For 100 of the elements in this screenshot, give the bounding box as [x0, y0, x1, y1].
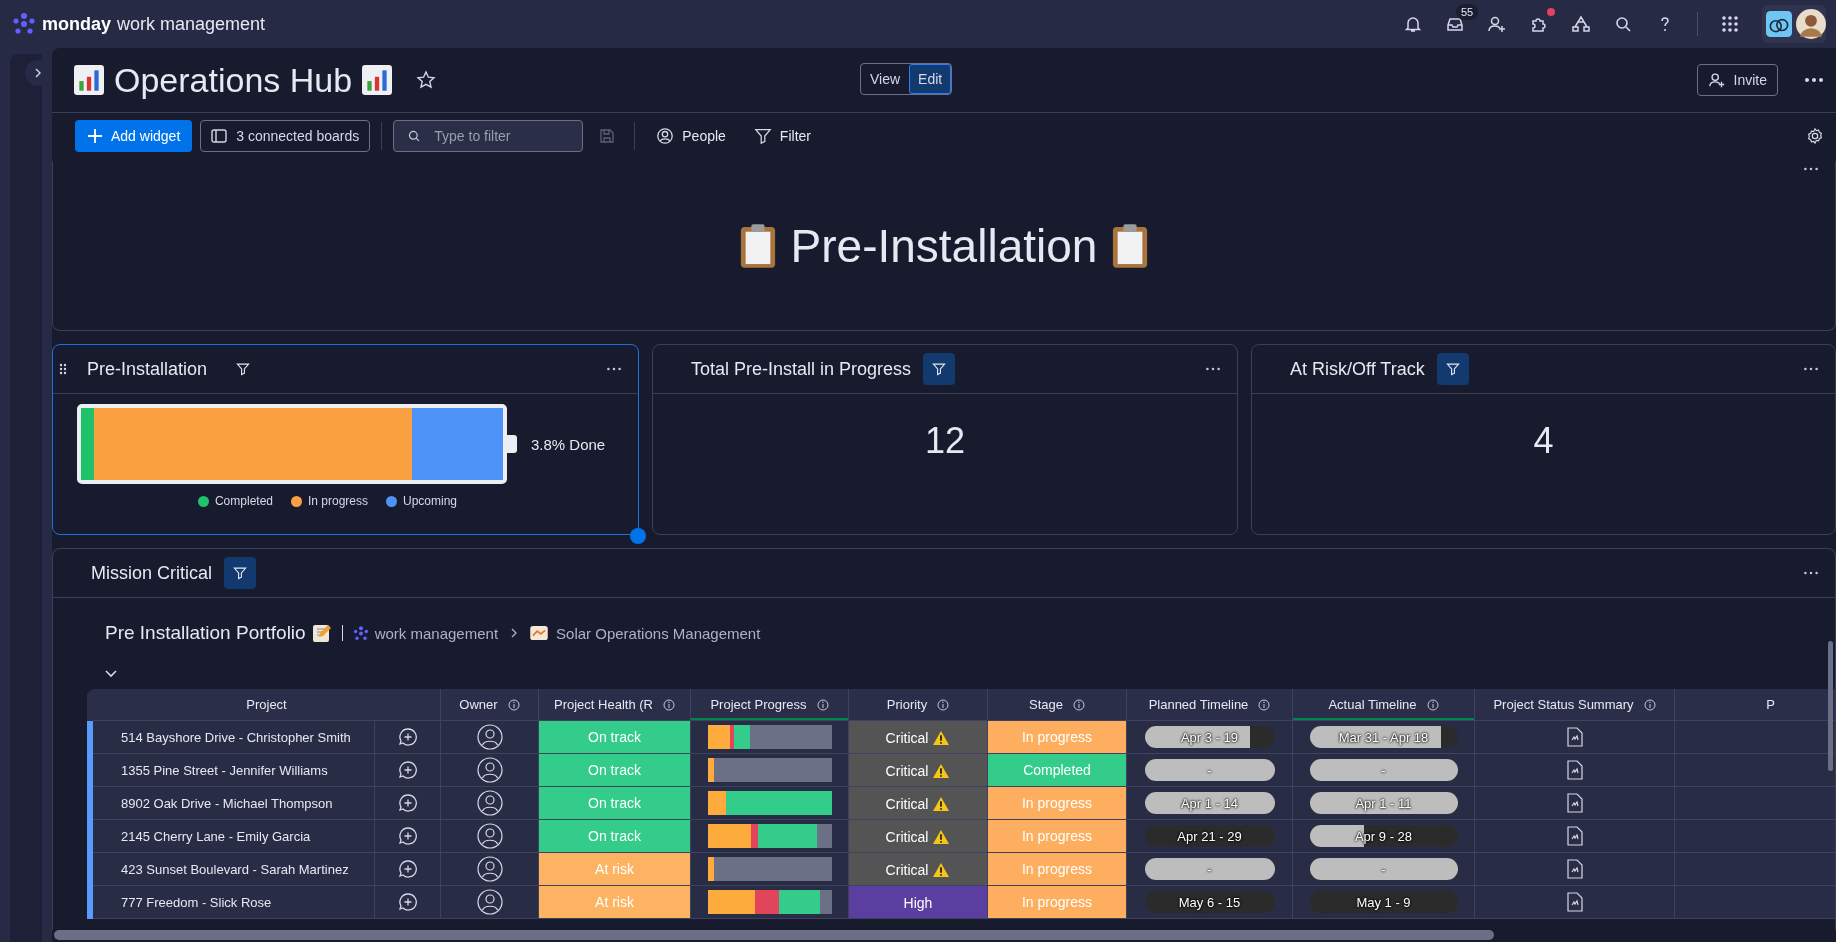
network-icon[interactable] — [1571, 14, 1591, 34]
workspace-icon[interactable] — [1766, 11, 1792, 37]
info-icon[interactable] — [816, 698, 829, 711]
star-icon[interactable] — [416, 70, 437, 90]
document-icon[interactable] — [1566, 793, 1583, 813]
bell-icon[interactable] — [1403, 14, 1423, 34]
add-person-icon[interactable] — [1487, 14, 1507, 34]
person-icon[interactable] — [476, 724, 503, 750]
widget-title: Total Pre-Install in Progress — [691, 358, 912, 380]
info-icon[interactable] — [663, 698, 675, 711]
widget-card[interactable]: Pre-Installation 3.8% Done Completed In progress Upcoming — [52, 344, 639, 535]
person-icon[interactable] — [476, 856, 503, 882]
workspace-link[interactable]: work management — [374, 624, 499, 642]
filter-icon — [233, 566, 248, 580]
info-icon[interactable] — [1643, 698, 1656, 711]
timeline-pill[interactable]: Apr 3 - 19 — [1144, 726, 1275, 748]
brand-name: monday — [42, 13, 111, 35]
timeline-pill[interactable]: May 1 - 9 — [1309, 891, 1458, 913]
scrollbar[interactable] — [52, 930, 1836, 942]
search-icon[interactable] — [1613, 14, 1633, 34]
priority-status[interactable]: High — [849, 886, 988, 919]
person-icon[interactable] — [476, 889, 503, 915]
board-link[interactable]: Solar Operations Management — [556, 624, 761, 642]
column-header[interactable]: Project Progress — [691, 689, 849, 721]
add-comment-icon[interactable] — [397, 892, 418, 912]
project-name[interactable]: 777 Freedom - Slick Rose — [93, 886, 375, 919]
dashboard-title: Operations Hub — [114, 60, 353, 100]
info-icon[interactable] — [507, 698, 520, 711]
document-icon[interactable] — [1566, 892, 1583, 912]
project-name[interactable]: 423 Sunset Boulevard - Sarah Martinez — [93, 853, 375, 886]
add-comment-icon[interactable] — [397, 826, 418, 846]
project-name[interactable]: 8902 Oak Drive - Michael Thompson — [93, 787, 375, 820]
board-icon — [530, 626, 549, 640]
priority-status[interactable]: Critical — [849, 853, 988, 886]
column-header[interactable]: Owner — [441, 689, 539, 721]
filter-button[interactable] — [224, 557, 257, 589]
document-icon[interactable] — [1566, 760, 1583, 780]
add-comment-icon[interactable] — [397, 859, 418, 879]
project-name[interactable]: 1355 Pine Street - Jennifer Williams — [93, 754, 375, 787]
avatar[interactable] — [1796, 9, 1826, 39]
drag-handle-icon[interactable] — [59, 363, 67, 375]
plus-icon — [87, 128, 103, 144]
timeline-pill[interactable]: Apr 1 - 14 — [1144, 792, 1275, 814]
filter-button[interactable] — [923, 353, 956, 385]
priority-status[interactable]: Critical — [849, 787, 988, 820]
project-name[interactable]: 2145 Cherry Lane - Emily Garcia — [93, 820, 375, 853]
product-name: work management — [117, 13, 266, 35]
add-comment-icon[interactable] — [397, 793, 418, 813]
resize-handle[interactable] — [630, 528, 646, 544]
more-icon[interactable] — [1804, 77, 1824, 83]
more-icon[interactable] — [1803, 166, 1819, 172]
mode-tab[interactable]: Edit — [909, 64, 952, 94]
column-header[interactable]: Planned Timeline — [1127, 689, 1293, 721]
logo-icon[interactable] — [352, 625, 369, 641]
mode-tab[interactable]: View — [861, 64, 910, 94]
widget-card[interactable]: Total Pre-Install in Progress 12 — [652, 344, 1238, 535]
document-icon[interactable] — [1566, 859, 1583, 879]
timeline-pill[interactable]: May 6 - 15 — [1144, 891, 1275, 913]
more-icon[interactable] — [606, 366, 622, 372]
apps-grid-icon[interactable] — [1720, 14, 1740, 34]
info-icon[interactable] — [1073, 698, 1085, 711]
more-icon[interactable] — [1803, 366, 1819, 372]
info-icon[interactable] — [1258, 698, 1271, 711]
filter-button[interactable]: Filter — [743, 120, 821, 152]
chevron-down-icon[interactable] — [105, 670, 117, 678]
warning-icon — [932, 862, 951, 878]
person-icon[interactable] — [476, 790, 503, 816]
invite-button[interactable]: Invite — [1696, 64, 1778, 96]
more-icon[interactable] — [1205, 366, 1221, 372]
filter-button[interactable] — [1436, 353, 1469, 385]
project-name[interactable]: 514 Bayshore Drive - Christopher Smith — [93, 721, 375, 754]
add-comment-icon[interactable] — [397, 727, 418, 747]
add-widget-button[interactable]: Add widget — [75, 120, 193, 152]
filter-icon — [932, 362, 947, 376]
priority-status[interactable]: Critical — [849, 754, 988, 787]
info-icon[interactable] — [1426, 698, 1439, 711]
timeline-pill[interactable]: Apr 1 - 11 — [1309, 792, 1458, 814]
add-comment-icon[interactable] — [397, 760, 418, 780]
column-header[interactable]: Project — [93, 689, 441, 721]
settings-icon[interactable] — [1806, 127, 1824, 145]
timeline-pill[interactable]: Apr 21 - 29 — [1144, 825, 1275, 847]
scrollbar[interactable] — [1828, 641, 1833, 771]
filter-search-field[interactable]: Type to filter — [393, 120, 584, 152]
chevron-right-icon — [34, 68, 42, 78]
save-icon[interactable] — [599, 128, 616, 144]
widget-card[interactable]: At Risk/Off Track 4 — [1251, 344, 1836, 535]
document-icon[interactable] — [1566, 727, 1583, 747]
connected-boards-button[interactable]: 3 connected boards — [200, 120, 371, 152]
people-button[interactable]: People — [646, 120, 736, 152]
more-icon[interactable] — [1803, 570, 1819, 576]
person-icon[interactable] — [476, 757, 503, 783]
column-header[interactable]: Actual Timeline — [1293, 689, 1475, 721]
info-icon[interactable] — [937, 698, 950, 711]
priority-status[interactable]: Critical — [849, 820, 988, 853]
priority-status[interactable]: Critical — [849, 721, 988, 754]
document-icon[interactable] — [1566, 826, 1583, 846]
column-header[interactable]: Project Status Summary — [1475, 689, 1675, 721]
timeline-pill[interactable]: Mar 31 - Apr 18 — [1309, 726, 1458, 748]
logo-icon[interactable] — [12, 13, 36, 35]
person-icon[interactable] — [476, 823, 503, 849]
